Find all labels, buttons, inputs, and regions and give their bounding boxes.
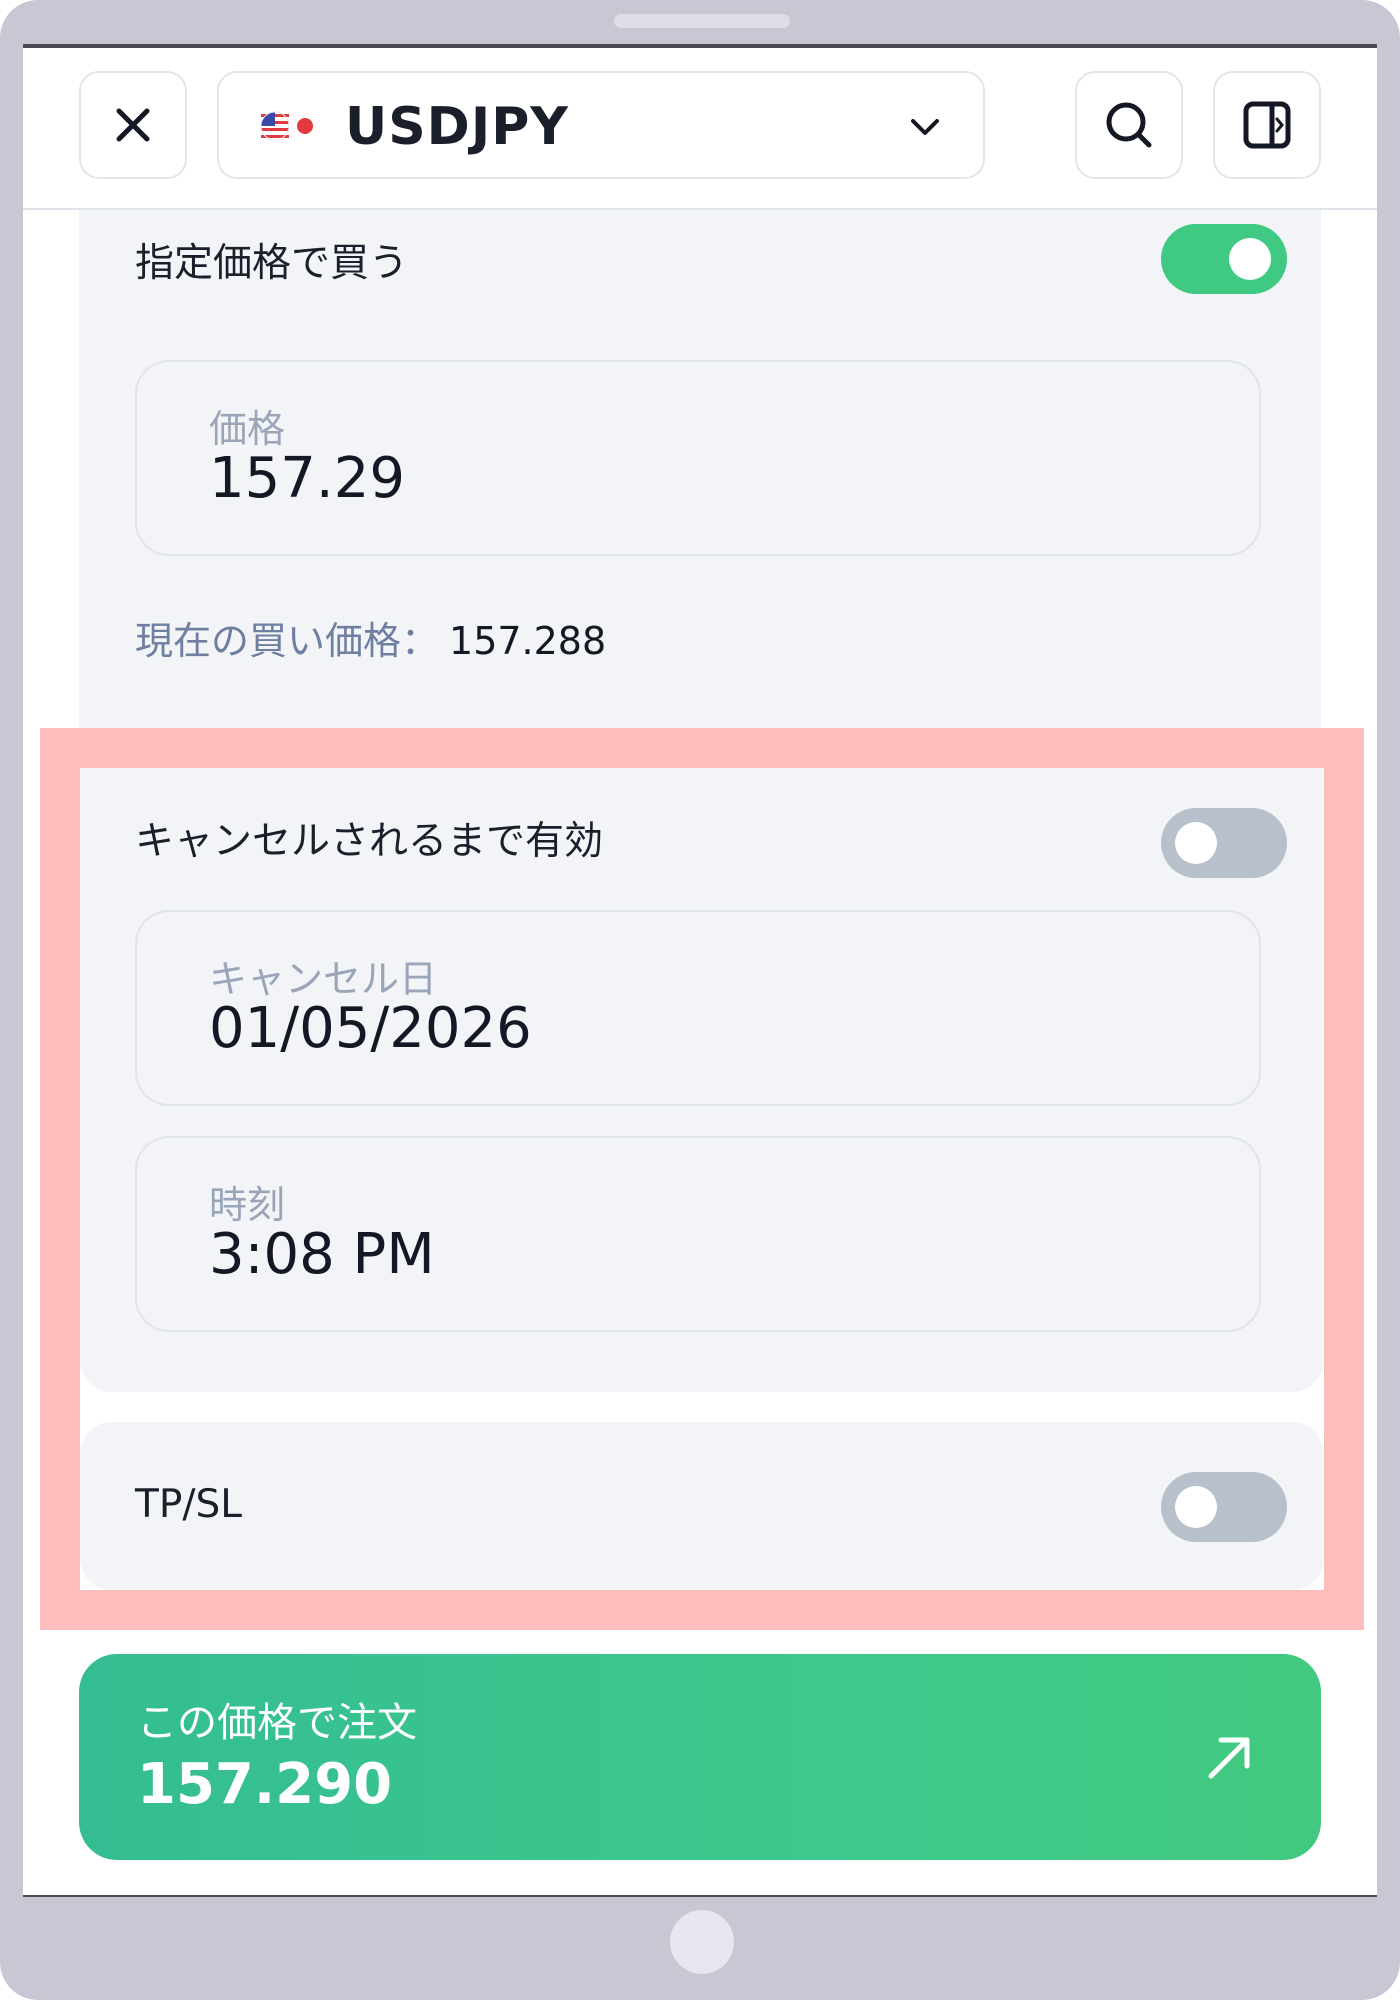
close-button[interactable] [79,71,187,179]
current-buy-value: 157.288 [449,619,607,663]
arrow-up-right-icon [1208,1737,1250,1779]
price-input[interactable]: 価格 157.29 [135,360,1261,556]
usd-jpy-flag-icon [261,111,313,141]
app-screen: USDJPY 指定価格で買う 価格 157.29 現在の買い価格： 157.28… [23,44,1377,1897]
limit-order-panel: 指定価格で買う 価格 157.29 現在の買い価格： 157.288 [79,210,1321,770]
order-button-label: この価格で注文 [137,1700,417,1746]
side-panel-icon [1243,101,1291,149]
tablet-frame: USDJPY 指定価格で買う 価格 157.29 現在の買い価格： 157.28… [0,0,1400,2000]
limit-order-toggle[interactable] [1161,224,1287,294]
search-button[interactable] [1075,71,1183,179]
top-bar: USDJPY [23,44,1377,210]
close-icon [116,108,150,142]
side-panel-button[interactable] [1213,71,1321,179]
price-value: 157.29 [209,446,405,511]
chevron-down-icon [911,119,939,135]
limit-order-label: 指定価格で買う [135,241,409,286]
current-buy-label: 現在の買い価格： [135,619,440,663]
price-label: 価格 [209,407,286,451]
order-button-price: 157.290 [137,1752,393,1817]
speaker-slot [614,14,790,28]
home-button [670,1910,734,1974]
pair-selector[interactable]: USDJPY [217,71,985,179]
toggle-knob [1229,238,1271,280]
current-buy-price: 現在の買い価格： 157.288 [135,610,606,665]
search-icon [1106,102,1152,148]
highlight-box [40,728,1364,1630]
screen-bottom-edge [23,1895,1377,1897]
pair-symbol: USDJPY [345,97,569,157]
place-order-button[interactable]: この価格で注文 157.290 [79,1654,1321,1860]
